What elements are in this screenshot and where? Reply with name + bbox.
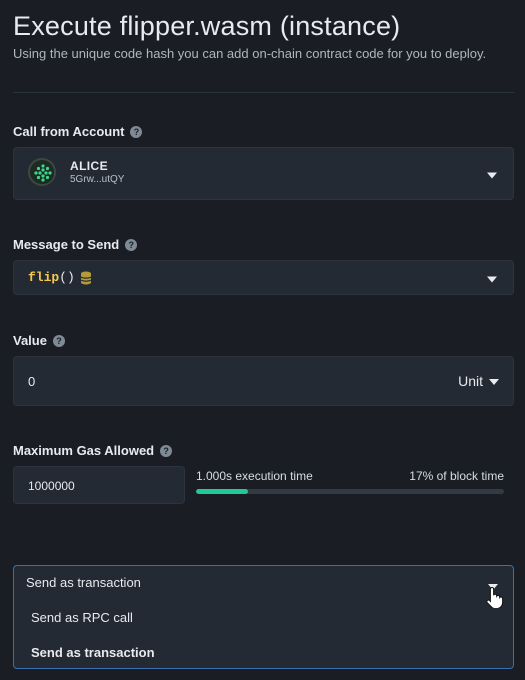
call-from-account-label: Call from Account ? <box>13 124 143 140</box>
help-circle-icon[interactable]: ? <box>52 335 65 347</box>
avatar <box>28 158 56 186</box>
gas-progress-bar <box>196 489 504 494</box>
function-parens: () <box>59 270 75 285</box>
page-subtitle: Using the unique code hash you can add o… <box>13 46 487 61</box>
value-label: Value ? <box>13 333 65 349</box>
unit-select[interactable]: Unit <box>458 373 499 389</box>
database-icon <box>80 271 92 285</box>
send-mode-option-rpc[interactable]: Send as RPC call <box>31 610 133 625</box>
max-gas-input[interactable]: 1000000 <box>13 466 185 504</box>
message-to-send-label: Message to Send ? <box>13 237 138 253</box>
send-mode-dropdown[interactable]: Send as transaction Send as RPC call Sen… <box>13 565 514 669</box>
message-to-send-label-text: Message to Send <box>13 237 120 252</box>
max-gas-label-text: Maximum Gas Allowed <box>13 443 155 458</box>
execute-contract-panel: Execute flipper.wasm (instance) Using th… <box>0 0 525 680</box>
unit-select-label: Unit <box>458 373 483 389</box>
help-circle-icon[interactable]: ? <box>130 126 143 138</box>
account-address: 5Grw...utQY <box>70 174 125 185</box>
value-input[interactable]: 0 <box>28 374 35 389</box>
identicon-icon <box>32 162 54 184</box>
block-time-text: 17% of block time <box>409 469 504 483</box>
send-mode-option-transaction[interactable]: Send as transaction <box>31 645 155 660</box>
message-select[interactable]: flip() <box>13 260 514 295</box>
value-input-group: 0 Unit <box>13 356 514 406</box>
call-from-account-label-text: Call from Account <box>13 124 125 139</box>
page-title: Execute flipper.wasm (instance) <box>13 11 401 41</box>
hand-pointer-icon <box>486 586 504 608</box>
chevron-down-icon[interactable] <box>487 276 497 282</box>
account-select[interactable]: ALICE 5Grw...utQY <box>13 147 514 200</box>
max-gas-label: Maximum Gas Allowed ? <box>13 443 173 459</box>
gas-meta: 1.000s execution time 17% of block time <box>196 469 504 483</box>
help-circle-icon[interactable]: ? <box>125 239 138 251</box>
account-name: ALICE <box>70 159 108 173</box>
help-circle-icon[interactable]: ? <box>160 445 173 457</box>
chevron-down-icon <box>489 378 499 385</box>
function-name: flip <box>28 270 60 285</box>
value-label-text: Value <box>13 333 47 348</box>
send-mode-selected: Send as transaction <box>26 575 141 590</box>
gas-progress-fill <box>196 489 249 494</box>
max-gas-value: 1000000 <box>28 479 75 493</box>
chevron-down-icon[interactable] <box>487 172 497 178</box>
message-function: flip() <box>28 270 75 285</box>
execution-time-text: 1.000s execution time <box>196 469 313 483</box>
section-divider <box>13 92 514 93</box>
